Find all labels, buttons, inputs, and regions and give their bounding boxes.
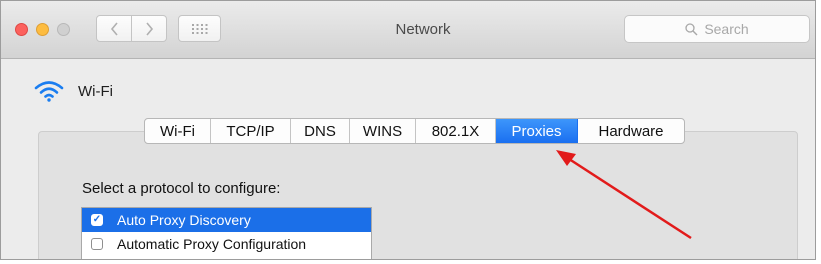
title-bar: Network Search: [1, 1, 815, 59]
tab-802-1x[interactable]: 802.1X: [416, 119, 496, 143]
tab-wins[interactable]: WINS: [350, 119, 416, 143]
wifi-icon: [34, 81, 64, 102]
protocol-select-label: Select a protocol to configure:: [82, 180, 281, 197]
tab-hardware[interactable]: Hardware: [578, 119, 684, 143]
tab-proxies[interactable]: Proxies: [496, 119, 578, 143]
search-field[interactable]: Search: [624, 15, 810, 43]
tab-wifi[interactable]: Wi-Fi: [145, 119, 211, 143]
search-placeholder: Search: [704, 21, 749, 37]
protocol-label: Automatic Proxy Configuration: [117, 236, 307, 252]
network-preferences-window: Network Search Wi-Fi Wi-Fi TCP/IP DNS WI…: [0, 0, 816, 260]
tab-bar: Wi-Fi TCP/IP DNS WINS 802.1X Proxies Har…: [144, 118, 685, 144]
tab-tcp-ip[interactable]: TCP/IP: [211, 119, 291, 143]
search-icon: [685, 22, 698, 35]
tab-dns[interactable]: DNS: [291, 119, 350, 143]
protocol-label: Auto Proxy Discovery: [117, 212, 251, 228]
auto-proxy-discovery-checkbox[interactable]: ✓: [91, 214, 103, 226]
service-name: Wi-Fi: [78, 82, 113, 100]
protocol-row-automatic-proxy-configuration[interactable]: Automatic Proxy Configuration: [82, 232, 371, 256]
protocol-row-auto-proxy-discovery[interactable]: ✓ Auto Proxy Discovery: [82, 208, 371, 232]
protocol-list[interactable]: ✓ Auto Proxy Discovery Automatic Proxy C…: [81, 207, 372, 259]
network-service-header: Wi-Fi: [34, 80, 113, 102]
automatic-proxy-configuration-checkbox[interactable]: [91, 238, 103, 250]
